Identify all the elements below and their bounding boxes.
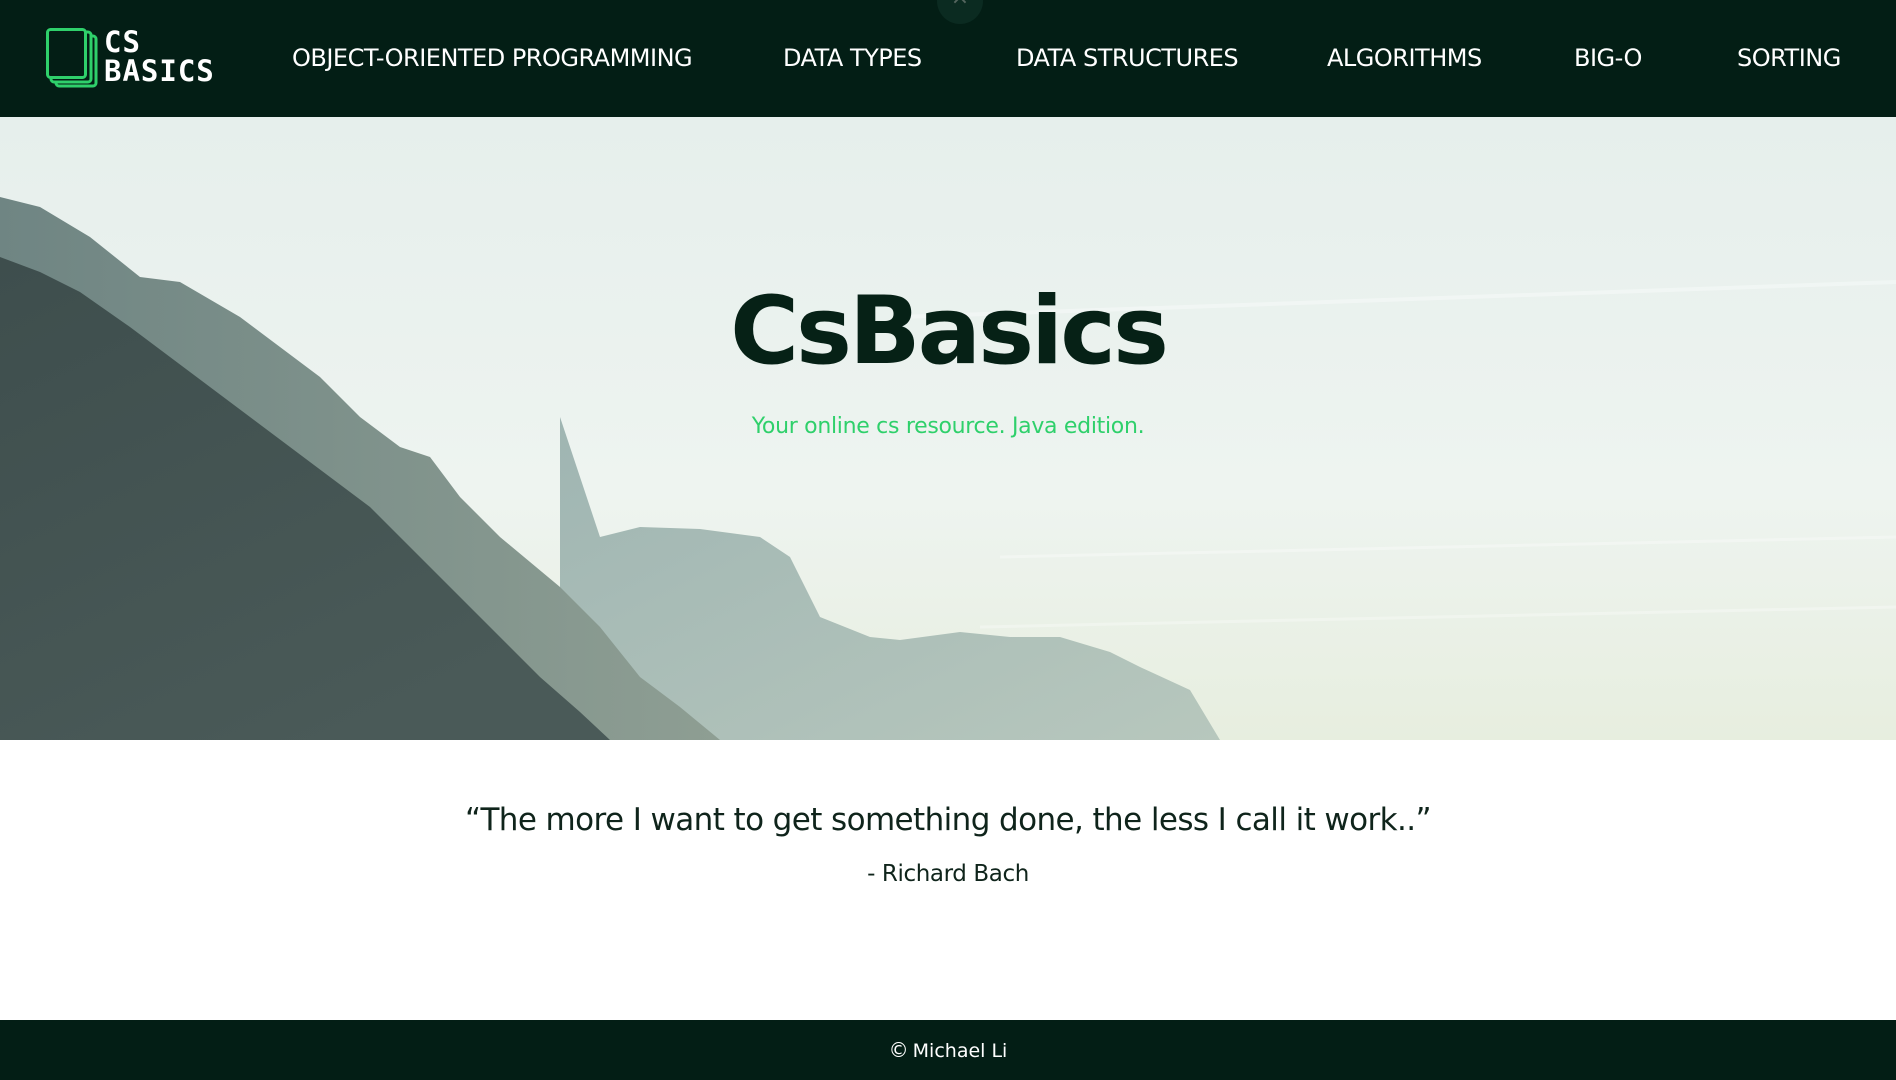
site-footer: © Michael Li <box>0 1020 1896 1080</box>
nav-item-object-oriented-programming[interactable]: OBJECT-ORIENTED PROGRAMMING <box>292 43 693 73</box>
nav-item-data-structures[interactable]: DATA STRUCTURES <box>1016 43 1239 73</box>
page: CS BASICS OBJECT-ORIENTED PROGRAMMING DA… <box>0 0 1896 1080</box>
copyright-icon: © <box>888 1038 909 1062</box>
nav-item-big-o[interactable]: BIG-O <box>1574 43 1642 73</box>
nav-item-data-types[interactable]: DATA TYPES <box>783 43 922 73</box>
top-navigation-bar: CS BASICS OBJECT-ORIENTED PROGRAMMING DA… <box>0 0 1896 117</box>
quote-author: - Richard Bach <box>867 861 1029 887</box>
quote-text: “The more I want to get something done, … <box>464 802 1432 838</box>
nav-item-algorithms[interactable]: ALGORITHMS <box>1327 43 1482 73</box>
footer-author: Michael Li <box>912 1040 1008 1062</box>
hero-subtitle: Your online cs resource. Java edition. <box>751 414 1145 439</box>
hero-banner: CsBasics Your online cs resource. Java e… <box>0 117 1896 740</box>
nav-item-sorting[interactable]: SORTING <box>1737 43 1841 73</box>
hero-title: CsBasics <box>730 277 1169 386</box>
